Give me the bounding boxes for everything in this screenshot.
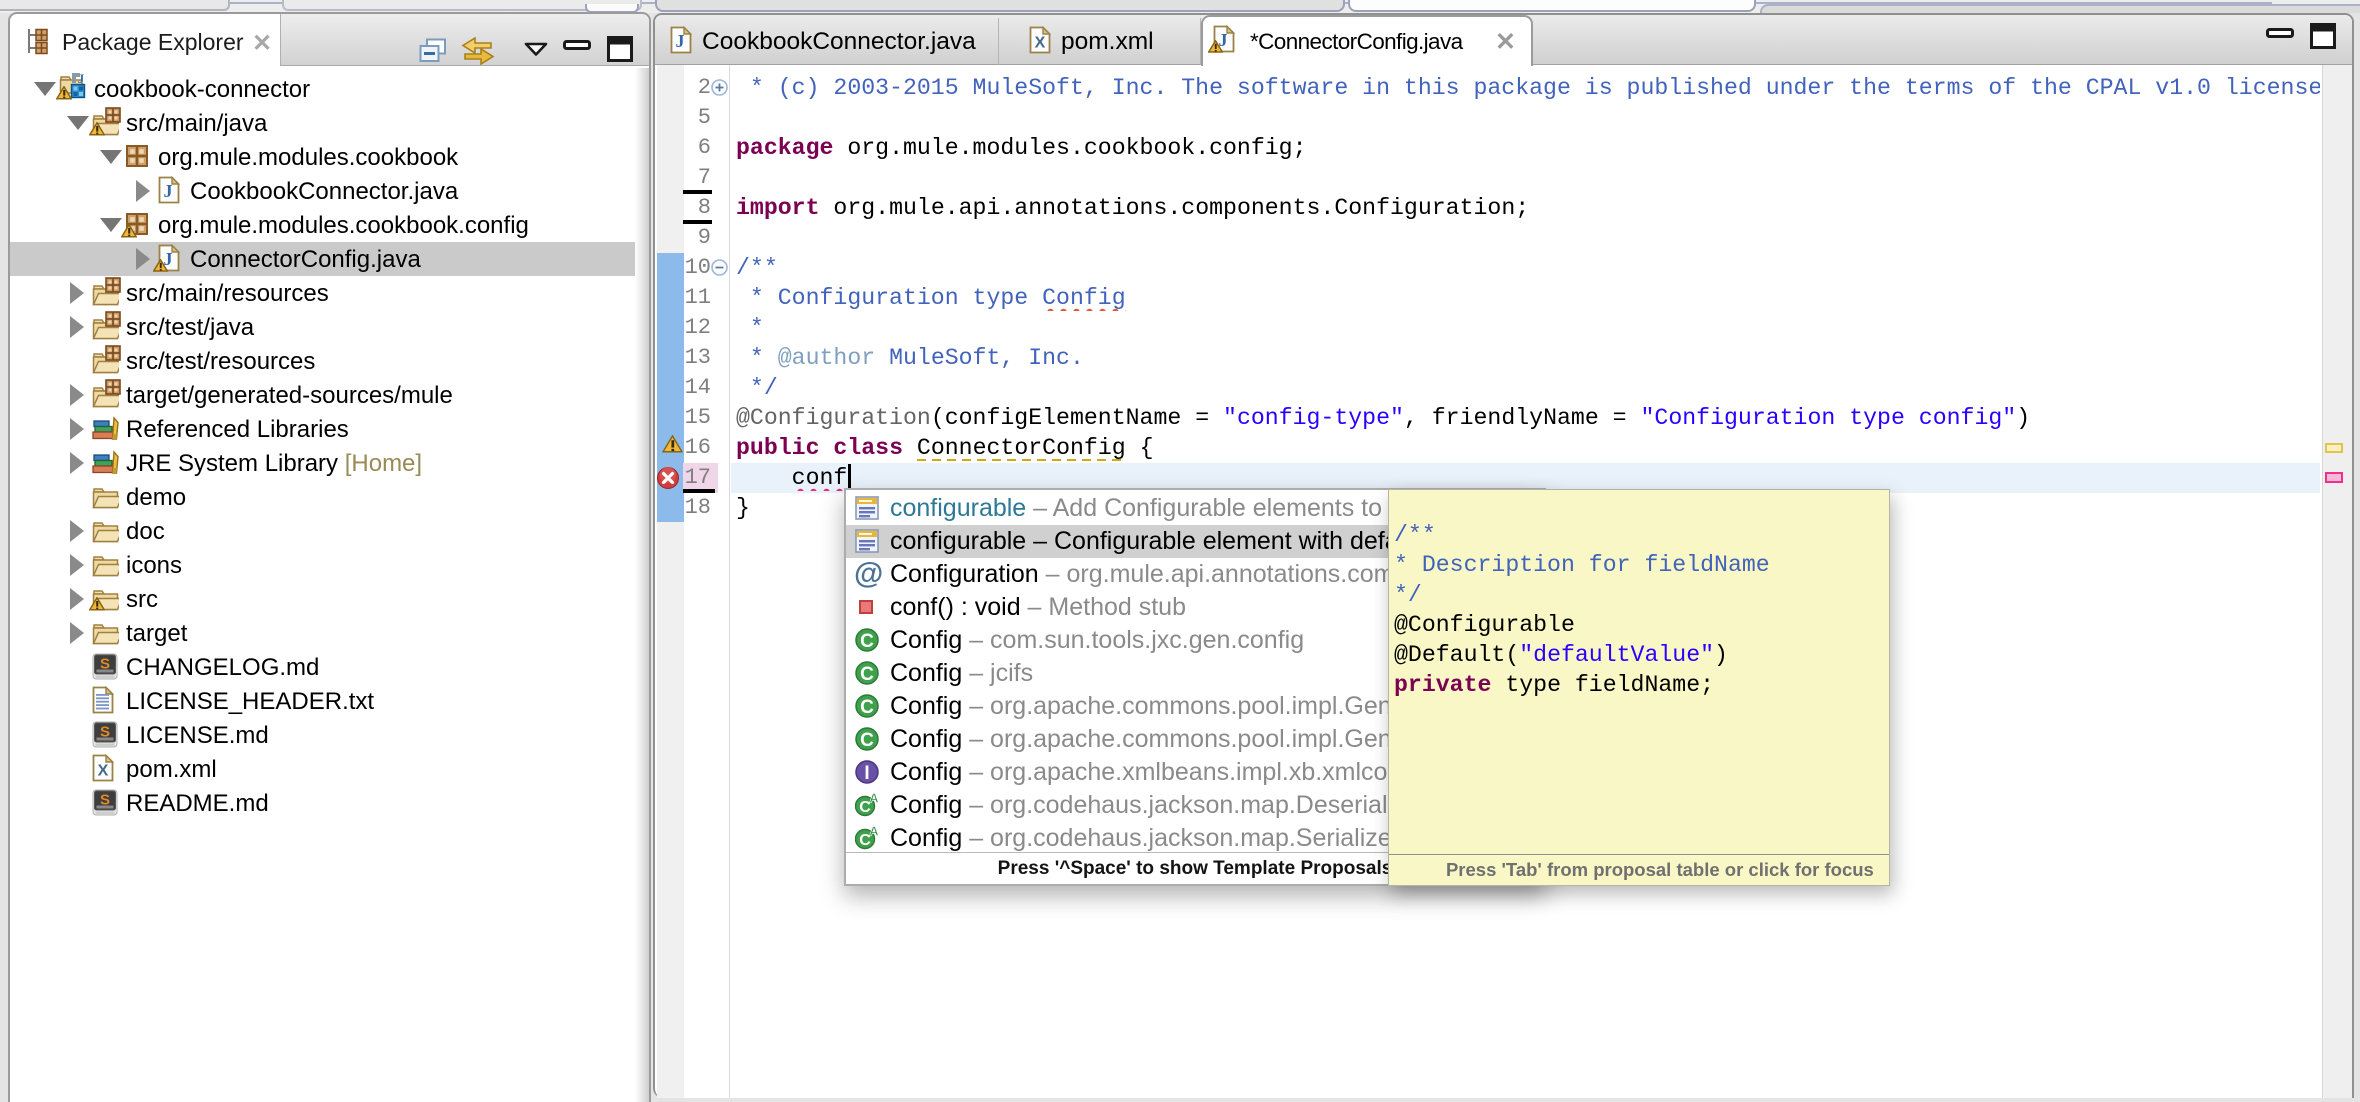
svg-text:S: S [100,724,110,741]
svg-text:C: C [860,730,874,751]
svg-text:S: S [100,656,110,673]
svg-text:J: J [676,31,685,51]
svg-text:X: X [1035,35,1046,52]
svg-text:X: X [98,763,109,780]
svg-text:C: C [860,664,874,685]
svg-text:A: A [869,793,879,806]
svg-text:C: C [860,697,874,718]
svg-text:I: I [864,763,869,784]
svg-text:A: A [869,826,879,839]
svg-text:S: S [100,792,110,809]
svg-text:J: J [164,181,173,201]
svg-text:C: C [860,631,874,652]
